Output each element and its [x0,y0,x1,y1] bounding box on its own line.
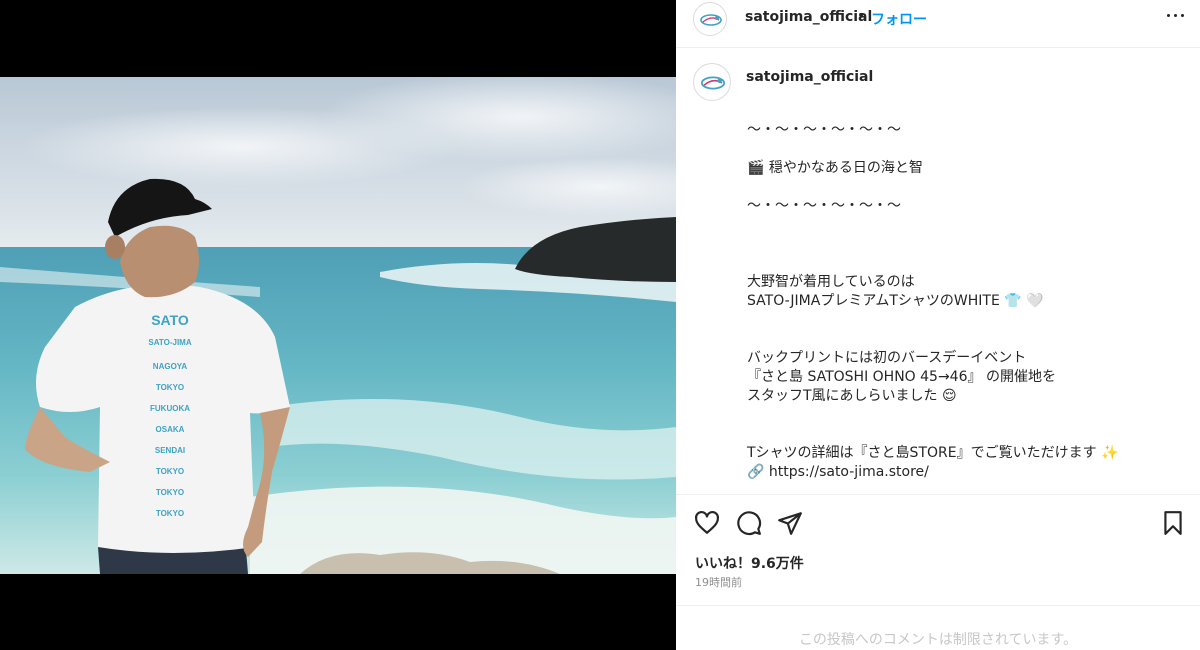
caption-line: 🎬 穏やかなある日の海と智 [747,160,923,176]
action-bar: いいね！9.6万件 19時間前 [676,494,1200,604]
caption-username[interactable]: satojima_official [746,69,873,85]
shirt-line-1: SATO-JIMA [148,338,191,347]
satojima-logo-icon [700,76,726,90]
comment-icon[interactable] [736,510,762,536]
heart-icon[interactable] [694,510,720,536]
like-count[interactable]: いいね！9.6万件 [695,553,804,573]
caption-line: ～・～・～・～・～・～ [747,198,901,214]
caption-line [747,235,1177,254]
avatar[interactable] [693,63,731,101]
svg-text:NAGOYA: NAGOYA [153,362,188,371]
svg-text:TOKYO: TOKYO [156,383,184,392]
comments-disabled-notice: この投稿へのコメントは制限されています。 [798,632,1078,648]
svg-text:OSAKA: OSAKA [156,425,185,434]
caption-text: ～・～・～・～・～・～ 🎬 穏やかなある日の海と智 ～・～・～・～・～・～ 大野… [747,121,1177,482]
svg-text:SATO: SATO [151,312,189,328]
caption-area: satojima_official ～・～・～・～・～・～ 🎬 穏やかなある日の… [676,49,1200,493]
more-options-icon[interactable] [1166,10,1186,22]
svg-text:FUKUOKA: FUKUOKA [150,404,190,413]
caption-line [747,406,1177,425]
beach-photo: SATO SATO-JIMA NAGOYA TOKYO FUKUOKA OSAK… [0,77,676,574]
post-timestamp[interactable]: 19時間前 [695,574,742,590]
satojima-logo-icon [700,14,722,26]
svg-text:TOKYO: TOKYO [156,467,184,476]
follow-button[interactable]: フォロー [871,9,927,29]
bookmark-icon[interactable] [1160,510,1186,536]
post-panel: satojima_official • フォロー satojima_offici… [676,0,1200,650]
caption-line [747,178,1177,197]
caption-line [747,330,1177,349]
post-photo[interactable]: SATO SATO-JIMA NAGOYA TOKYO FUKUOKA OSAK… [0,77,676,574]
caption-line: ～・～・～・～・～・～ [747,122,901,138]
comment-bar: この投稿へのコメントは制限されています。 [676,605,1200,650]
caption-line [747,216,1177,235]
caption-line: 大野智が着用しているのは [747,274,915,290]
avatar[interactable] [693,2,727,36]
post-media[interactable]: SATO SATO-JIMA NAGOYA TOKYO FUKUOKA OSAK… [0,0,676,650]
share-icon[interactable] [777,510,803,536]
store-link[interactable]: 🔗 https://sato-jima.store/ [747,464,929,480]
caption-line: 『さと島 SATOSHI OHNO 45→46』 の開催地を [747,369,1056,385]
caption-line: スタッフT風にあしらいました 😌 [747,388,957,404]
svg-text:TOKYO: TOKYO [156,509,184,518]
post-header: satojima_official • フォロー [676,0,1200,48]
caption-line [747,254,1177,273]
caption-line: Tシャツの詳細は『さと島STORE』でご覧いただけます ✨ [747,445,1119,461]
caption-line: SATO-JIMAプレミアムTシャツのWHITE 👕 🤍 [747,293,1044,309]
caption-line: バックプリントには初のバースデーイベント [747,350,1027,366]
caption-line [747,425,1177,444]
header-username[interactable]: satojima_official [745,9,872,25]
caption-line [747,140,1177,159]
caption-line [747,311,1177,330]
svg-text:TOKYO: TOKYO [156,488,184,497]
caption-link-line[interactable]: 🔗 https://sato-jima.store/ [747,463,1177,482]
svg-text:SENDAI: SENDAI [155,446,185,455]
header-separator: • [857,8,866,24]
